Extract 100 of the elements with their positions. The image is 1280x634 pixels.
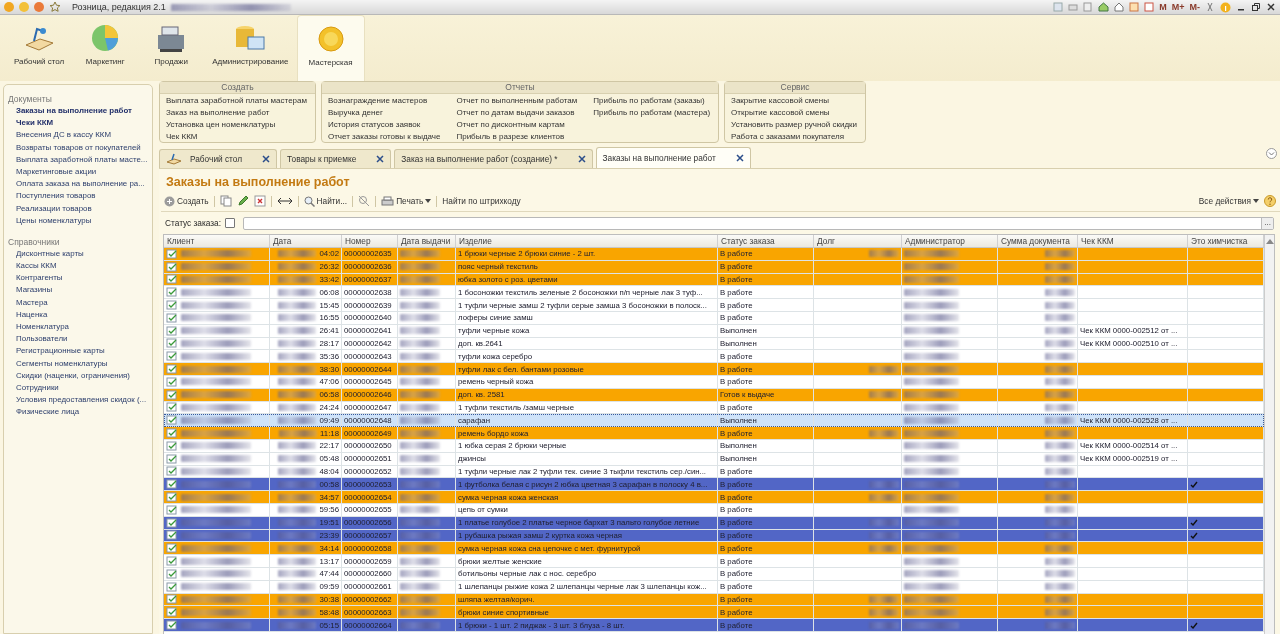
tab[interactable]: Товары к приемке bbox=[280, 149, 392, 168]
redacted-text bbox=[181, 276, 251, 283]
redacted-text bbox=[1045, 314, 1075, 322]
tab[interactable]: Рабочий стол bbox=[159, 149, 278, 168]
command-link[interactable]: Отчет по выполненным работам bbox=[456, 95, 578, 107]
command-link[interactable]: Выплата заработной платы мастерам bbox=[166, 95, 307, 107]
command-link[interactable]: Закрытие кассовой смены bbox=[731, 95, 858, 107]
close-icon[interactable] bbox=[376, 155, 385, 163]
copy-icon[interactable] bbox=[219, 195, 232, 207]
all-actions-button[interactable]: Все действия bbox=[1198, 196, 1259, 206]
redacted-text bbox=[904, 570, 959, 578]
scroll-up-icon[interactable] bbox=[1265, 238, 1274, 244]
command-link[interactable]: Установить размер ручной скидки bbox=[731, 119, 858, 131]
command-link[interactable]: Установка цен номенклатуры bbox=[166, 119, 307, 131]
barcode-search-button[interactable]: Найти по штрихкоду bbox=[442, 196, 521, 206]
tab[interactable]: Заказ на выполнение работ (создание) * bbox=[394, 149, 593, 168]
help-icon[interactable] bbox=[1264, 195, 1276, 207]
redacted-text bbox=[278, 416, 317, 424]
command-link[interactable]: Отчет заказы готовы к выдаче bbox=[328, 131, 441, 143]
redacted-text bbox=[904, 327, 959, 335]
restore-icon[interactable] bbox=[1251, 2, 1261, 12]
redacted-text bbox=[278, 250, 317, 258]
redacted-text bbox=[1045, 416, 1075, 424]
command-link[interactable]: Отчет по дисконтным картам bbox=[456, 119, 578, 131]
pencil-icon[interactable] bbox=[236, 195, 249, 207]
document-icon bbox=[166, 530, 178, 541]
info-icon[interactable] bbox=[1220, 1, 1231, 13]
group-title: Сервис bbox=[725, 82, 866, 94]
redacted-text bbox=[1045, 608, 1075, 616]
scrollbar[interactable] bbox=[1264, 235, 1274, 634]
memory-button[interactable]: M+ bbox=[1171, 2, 1185, 12]
document-icon bbox=[166, 517, 178, 528]
column-header[interactable]: Дата выдачи bbox=[398, 235, 456, 247]
command-link[interactable]: Вознаграждение мастеров bbox=[328, 95, 441, 107]
tab[interactable]: Заказы на выполнение работ bbox=[595, 147, 751, 168]
column-header[interactable]: Администратор bbox=[902, 235, 998, 247]
command-link[interactable]: Чек ККМ bbox=[166, 131, 307, 143]
section-button[interactable]: Мастерская bbox=[296, 15, 365, 81]
preview-icon[interactable] bbox=[1083, 2, 1094, 12]
memory-button[interactable]: M bbox=[1159, 2, 1167, 12]
column-header[interactable]: Изделие bbox=[456, 235, 718, 247]
column-header[interactable]: Номер bbox=[342, 235, 398, 247]
arrows-icon[interactable] bbox=[276, 196, 293, 206]
section-button[interactable]: Маркетинг bbox=[72, 15, 139, 81]
command-link[interactable]: Прибыль в разрезе клиентов bbox=[456, 131, 578, 143]
close-icon[interactable] bbox=[577, 155, 586, 163]
house-icon[interactable] bbox=[1114, 2, 1125, 12]
home-icon[interactable] bbox=[1098, 2, 1110, 12]
memory-button[interactable]: M- bbox=[1189, 2, 1200, 12]
scissors-icon[interactable] bbox=[1205, 2, 1215, 12]
select-button[interactable]: ... bbox=[1261, 217, 1273, 229]
redacted-text bbox=[278, 595, 317, 603]
command-link[interactable]: Работа с заказами покупателя bbox=[731, 131, 858, 143]
print-icon[interactable] bbox=[1068, 2, 1079, 12]
column-header[interactable]: Сумма документа bbox=[998, 235, 1078, 247]
close-icon[interactable] bbox=[1266, 2, 1276, 12]
redacted-text bbox=[278, 442, 317, 450]
find-button[interactable]: Найти... bbox=[303, 195, 348, 207]
cancel-search-icon[interactable] bbox=[358, 195, 371, 207]
redacted-text bbox=[904, 493, 959, 501]
column-header[interactable]: Долг bbox=[814, 235, 902, 247]
command-link[interactable]: Выручка денег bbox=[328, 107, 441, 119]
column-header[interactable]: Дата bbox=[270, 235, 342, 247]
desk-icon bbox=[166, 153, 182, 165]
redacted-text bbox=[1045, 301, 1075, 309]
caret-icon bbox=[1253, 199, 1259, 203]
close-icon[interactable] bbox=[735, 154, 744, 162]
document-icon bbox=[166, 287, 178, 298]
section-button[interactable]: Рабочий стол bbox=[6, 15, 73, 81]
calculator-icon[interactable] bbox=[1129, 2, 1140, 12]
calendar-icon[interactable] bbox=[1144, 2, 1155, 12]
create-button[interactable]: Создать bbox=[164, 195, 209, 207]
group-title: Отчеты bbox=[322, 82, 719, 94]
status-field[interactable]: ... bbox=[243, 216, 1274, 230]
app-menu-icon[interactable] bbox=[4, 2, 14, 12]
document-icon bbox=[166, 440, 178, 451]
collapse-icon[interactable] bbox=[1266, 148, 1277, 159]
redacted-text bbox=[1045, 339, 1075, 347]
command-link[interactable]: Прибыль по работам (мастера) bbox=[593, 107, 711, 119]
command-link[interactable]: Открытие кассовой смены bbox=[731, 107, 858, 119]
command-link[interactable]: Заказ на выполнение работ bbox=[166, 107, 307, 119]
column-header[interactable]: Клиент bbox=[164, 235, 270, 247]
star-icon[interactable] bbox=[49, 1, 61, 13]
redacted-text bbox=[1045, 378, 1075, 386]
redacted-text bbox=[181, 352, 251, 360]
command-link[interactable]: Отчет по датам выдачи заказов bbox=[456, 107, 578, 119]
section-button[interactable]: Продажи bbox=[138, 15, 205, 81]
command-link[interactable]: История статусов заявок bbox=[328, 119, 441, 131]
section-button[interactable]: Администрирование bbox=[204, 15, 297, 81]
column-header[interactable]: Чек ККМ bbox=[1078, 235, 1188, 247]
column-header[interactable]: Статус заказа bbox=[718, 235, 814, 247]
redacted-text bbox=[278, 339, 317, 347]
command-link[interactable]: Прибыль по работам (заказы) bbox=[593, 95, 711, 107]
delete-icon[interactable] bbox=[253, 195, 266, 207]
print-button[interactable]: Печать bbox=[381, 195, 432, 207]
back-icon[interactable] bbox=[34, 2, 44, 12]
document-icon[interactable] bbox=[1053, 2, 1064, 12]
filter-checkbox[interactable] bbox=[225, 218, 235, 228]
document-icon bbox=[166, 248, 178, 259]
close-icon[interactable] bbox=[262, 155, 271, 163]
